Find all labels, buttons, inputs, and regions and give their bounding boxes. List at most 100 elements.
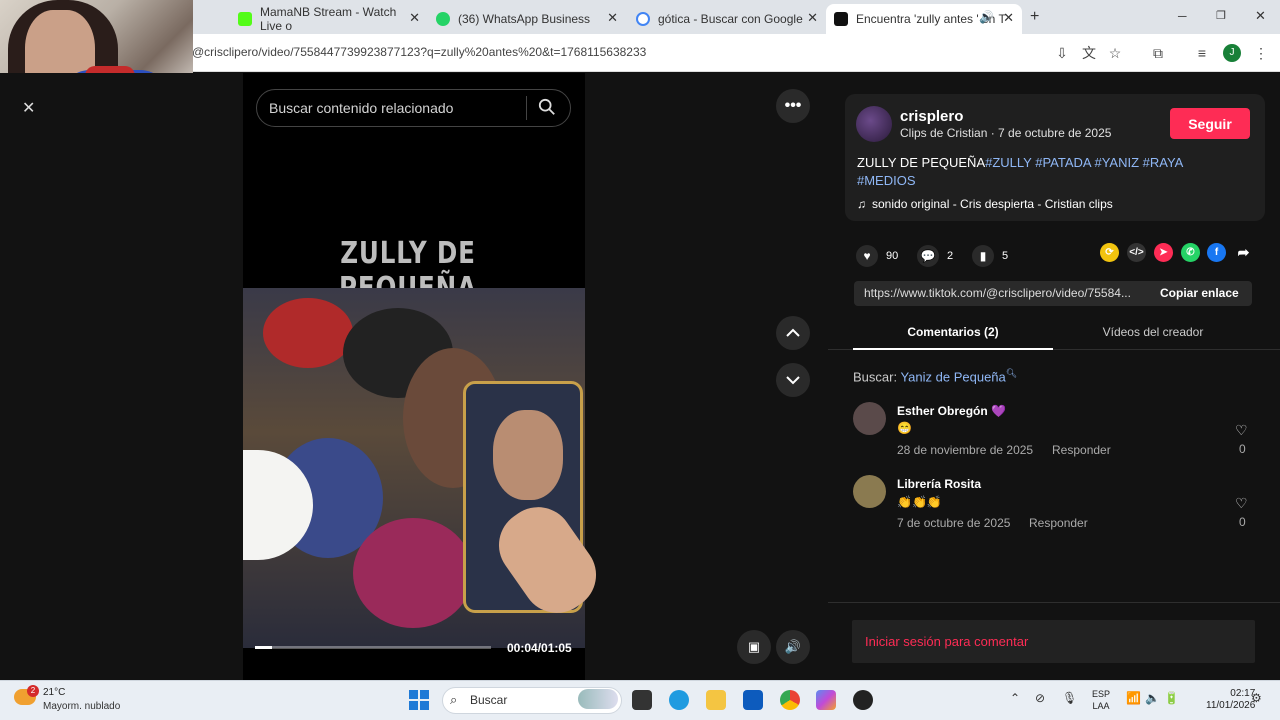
desc-text: ZULLY DE PEQUEÑA bbox=[857, 155, 986, 170]
hidden-icon[interactable]: ⊘ bbox=[1035, 691, 1045, 705]
active-tab-indicator bbox=[853, 348, 1053, 350]
volume-button[interactable]: 🔊 bbox=[776, 630, 810, 664]
translate-icon[interactable]: 文 bbox=[1080, 44, 1098, 62]
next-video-button[interactable] bbox=[776, 363, 810, 397]
close-icon[interactable]: ✕ bbox=[807, 10, 818, 26]
reply-button[interactable]: Responder bbox=[1052, 443, 1111, 457]
hashtags[interactable]: #ZULLY #PATADA #YANIZ #RAYA bbox=[985, 155, 1183, 170]
weather-desc: Mayorm. nublado bbox=[43, 701, 121, 712]
app-icon[interactable] bbox=[853, 690, 873, 710]
task-view-icon[interactable] bbox=[632, 690, 652, 710]
speaker-icon[interactable]: 🔊 bbox=[979, 10, 994, 24]
maximize-icon[interactable]: ❐ bbox=[1216, 9, 1226, 22]
clock-date: 11/01/2026 bbox=[1206, 700, 1256, 711]
tab-tiktok[interactable]: Encuentra 'zully antes ' en T 🔊 ✕ bbox=[826, 4, 1022, 34]
bookmark-icon: ▮ bbox=[972, 245, 994, 267]
pip-button[interactable]: ▣ bbox=[737, 630, 771, 664]
weather-badge: 2 bbox=[27, 685, 39, 697]
comment-avatar[interactable] bbox=[853, 402, 886, 435]
comment-stat[interactable]: 💬 2 bbox=[917, 245, 953, 267]
reply-button[interactable]: Responder bbox=[1029, 516, 1088, 530]
post-description: ZULLY DE PEQUEÑA#ZULLY #PATADA #YANIZ #R… bbox=[857, 154, 1247, 190]
tab-kick[interactable]: MamaNB Stream - Watch Live o ✕ bbox=[230, 4, 428, 34]
wifi-icon[interactable]: 📶 bbox=[1126, 691, 1141, 705]
taskbar-search-label: Buscar bbox=[470, 693, 508, 707]
chevron-down-icon bbox=[786, 376, 800, 385]
settings-icon[interactable]: ⚙ bbox=[1251, 691, 1262, 705]
comment-text: 👏👏👏 bbox=[897, 495, 942, 509]
hashtags[interactable]: #MEDIOS bbox=[857, 173, 916, 188]
lang-line2: LAA bbox=[1092, 701, 1110, 711]
share-arrow-icon[interactable]: ➦ bbox=[1234, 243, 1253, 262]
speaker-icon[interactable]: 🔈 bbox=[1145, 691, 1160, 705]
copy-link-button[interactable]: Copiar enlace bbox=[1160, 286, 1239, 300]
tab-title: (36) WhatsApp Business bbox=[458, 12, 591, 26]
comment-icon: 💬 bbox=[917, 245, 939, 267]
timecode: 00:04/01:05 bbox=[507, 641, 572, 655]
chrome-icon[interactable] bbox=[780, 690, 800, 710]
tab-creator-videos[interactable]: Vídeos del creador bbox=[1053, 325, 1253, 339]
creator-avatar[interactable] bbox=[856, 106, 892, 142]
search-divider bbox=[526, 96, 527, 120]
creator-subline: Clips de Cristian · 7 de octubre de 2025 bbox=[900, 126, 1112, 140]
clock[interactable]: 02:17 11/01/2026 bbox=[1206, 688, 1255, 712]
microphone-icon[interactable]: 🎙 bbox=[1062, 691, 1077, 705]
facebook-icon[interactable]: f bbox=[1207, 243, 1226, 262]
clock-time: 02:17 bbox=[1230, 688, 1256, 699]
install-icon[interactable]: ⇩ bbox=[1053, 44, 1071, 62]
url-field[interactable]: @crisclipero/video/7558447739923877123?q… bbox=[192, 45, 646, 59]
tab-title: MamaNB Stream - Watch Live o bbox=[260, 5, 397, 33]
progress-bar[interactable] bbox=[255, 646, 491, 649]
weather-temp: 21°C bbox=[43, 687, 66, 698]
profile-avatar[interactable]: J bbox=[1223, 44, 1241, 62]
login-to-comment-text[interactable]: Iniciar sesión para comentar bbox=[865, 634, 1028, 649]
more-options-button[interactable]: ••• bbox=[776, 89, 810, 123]
comment-avatar[interactable] bbox=[853, 475, 886, 508]
previous-video-button[interactable] bbox=[776, 316, 810, 350]
post-link[interactable]: https://www.tiktok.com/@crisclipero/vide… bbox=[864, 286, 1131, 300]
tab-comments[interactable]: Comentarios (2) bbox=[853, 325, 1053, 339]
follow-button[interactable]: Seguir bbox=[1170, 108, 1250, 139]
tab-whatsapp[interactable]: (36) WhatsApp Business ✕ bbox=[428, 4, 626, 34]
media-icon[interactable]: ≡ bbox=[1193, 44, 1211, 62]
close-icon[interactable]: ✕ bbox=[409, 10, 420, 26]
bookmark-star-icon[interactable]: ☆ bbox=[1106, 44, 1124, 62]
battery-icon[interactable]: 🔋 bbox=[1164, 691, 1179, 705]
copilot-icon[interactable] bbox=[816, 690, 836, 710]
edge-icon[interactable] bbox=[669, 690, 689, 710]
tab-google[interactable]: gótica - Buscar con Google ✕ bbox=[628, 4, 826, 34]
file-explorer-icon[interactable] bbox=[706, 690, 726, 710]
embed-icon[interactable]: </> bbox=[1127, 243, 1146, 262]
minimize-icon[interactable]: ─ bbox=[1178, 9, 1187, 23]
search-icon[interactable] bbox=[538, 98, 556, 116]
heart-outline-icon[interactable]: ♡ bbox=[1235, 495, 1248, 512]
close-icon[interactable]: ✕ bbox=[22, 98, 35, 118]
comment-author[interactable]: Librería Rosita bbox=[897, 477, 981, 491]
store-icon[interactable] bbox=[743, 690, 763, 710]
comment-date: 28 de noviembre de 2025 bbox=[897, 443, 1034, 457]
music-title: sonido original - Cris despierta - Crist… bbox=[872, 197, 1113, 211]
creator-username[interactable]: crisplero bbox=[900, 108, 963, 125]
menu-icon[interactable]: ⋮ bbox=[1252, 44, 1270, 62]
search-small-icon: 🔍︎ bbox=[1005, 368, 1018, 378]
windows-start-icon[interactable] bbox=[409, 690, 429, 710]
whatsapp-share-icon[interactable]: ✆ bbox=[1181, 243, 1200, 262]
language-indicator[interactable]: ESP LAA bbox=[1092, 688, 1110, 712]
extensions-icon[interactable]: ⧉ bbox=[1149, 44, 1167, 62]
close-icon[interactable]: ✕ bbox=[607, 10, 618, 26]
close-icon[interactable]: ✕ bbox=[1003, 10, 1014, 26]
like-stat[interactable]: ♥ 90 bbox=[856, 245, 898, 267]
google-icon bbox=[636, 12, 650, 26]
music-line[interactable]: ♫ sonido original - Cris despierta - Cris… bbox=[857, 197, 1113, 211]
heart-outline-icon[interactable]: ♡ bbox=[1235, 422, 1248, 439]
chevron-up-icon bbox=[786, 328, 800, 337]
new-tab-button[interactable]: + bbox=[1030, 8, 1039, 26]
search-prefix: Buscar: bbox=[853, 369, 898, 385]
repost-icon[interactable]: ⟳ bbox=[1100, 243, 1119, 262]
window-close-icon[interactable]: ✕ bbox=[1255, 8, 1266, 24]
chevron-up-icon[interactable]: ⌃ bbox=[1010, 691, 1020, 705]
search-suggestion[interactable]: Buscar: Yaniz de Pequeña🔍︎ bbox=[853, 368, 1017, 384]
comment-author[interactable]: Esther Obregón 💜 bbox=[897, 404, 1006, 418]
send-icon[interactable]: ➤ bbox=[1154, 243, 1173, 262]
save-stat[interactable]: ▮ 5 bbox=[972, 245, 1008, 267]
